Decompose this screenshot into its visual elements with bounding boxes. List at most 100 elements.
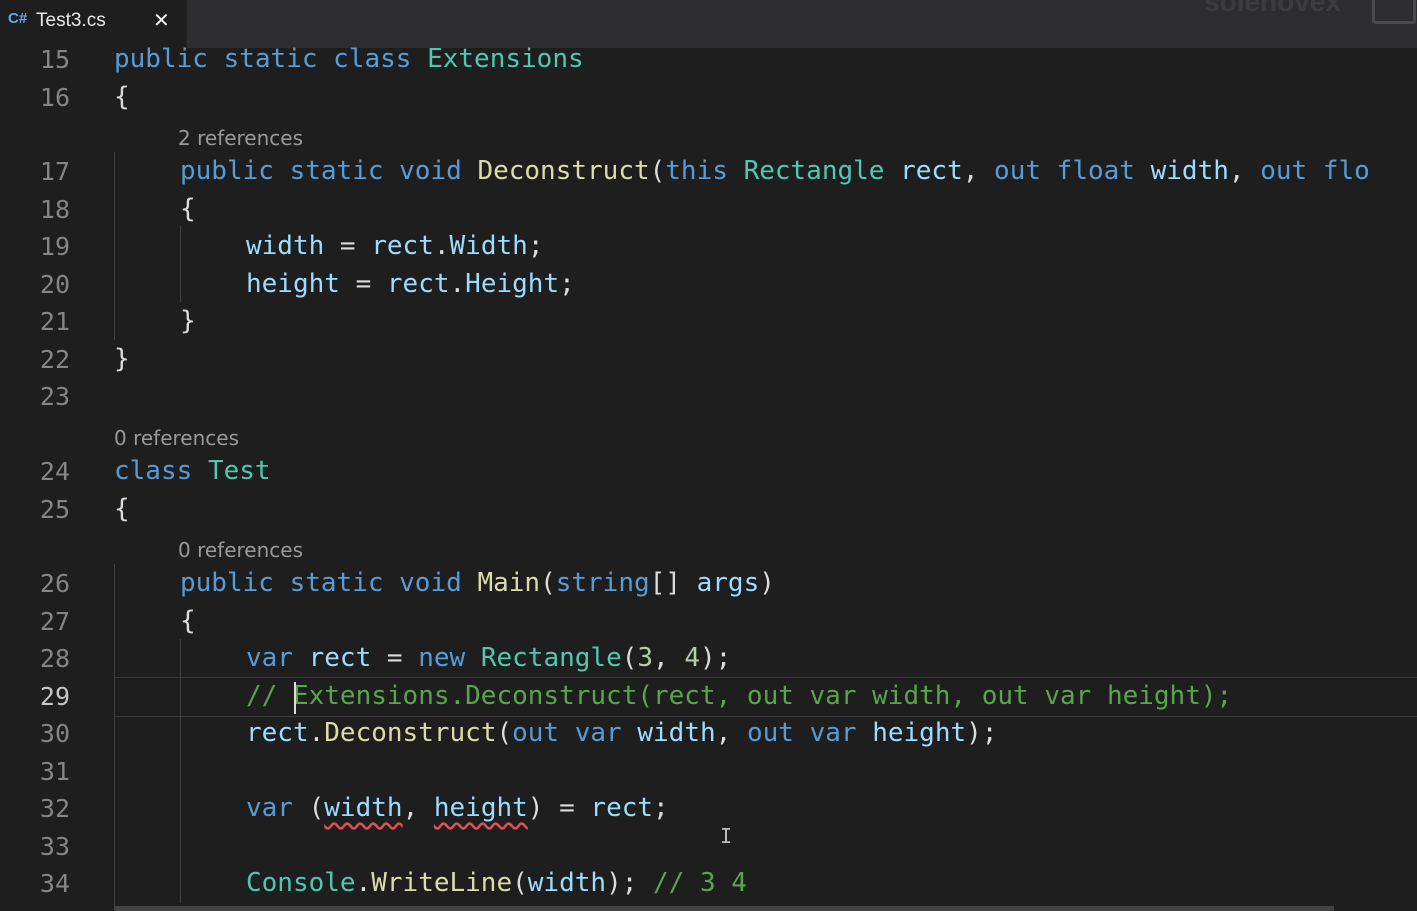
token: );: [606, 868, 654, 898]
token: Extensions: [427, 44, 584, 74]
line-number: 28: [39, 644, 70, 673]
token: ,: [715, 718, 747, 748]
token: );: [966, 718, 998, 748]
token: (: [540, 568, 556, 598]
code-line-30: rect.Deconstruct(out var width, out var …: [246, 717, 997, 749]
token: out: [512, 718, 560, 748]
token: Console: [246, 868, 356, 898]
token: static: [289, 568, 384, 598]
token: Rectangle: [743, 156, 885, 186]
token: var: [246, 643, 293, 673]
token: public: [180, 156, 274, 186]
token: rect: [308, 643, 372, 673]
token: ,: [402, 793, 434, 823]
token: WriteLine: [371, 868, 513, 898]
token: ) =: [527, 793, 591, 823]
line-number: 34: [39, 869, 70, 898]
codelens-references[interactable]: 0 references: [178, 538, 303, 562]
token: out: [994, 156, 1042, 186]
code-line-15: public static class Extensions: [114, 43, 584, 75]
line-number: 16: [39, 83, 70, 112]
codelens-references[interactable]: 0 references: [114, 426, 239, 450]
line-number: 27: [39, 607, 70, 636]
token: new: [418, 643, 466, 673]
tab-test3-cs[interactable]: C# Test3.cs ✕: [0, 0, 187, 48]
token: 4: [684, 643, 701, 673]
token: (: [512, 868, 528, 898]
token: Height: [465, 269, 560, 299]
brace: {: [180, 194, 196, 224]
token: 3: [637, 643, 654, 673]
token: (: [649, 156, 666, 186]
token: Width: [449, 231, 528, 261]
comment-text: Extensions.Deconstruct(rect, out var wid…: [292, 681, 1233, 711]
brace: }: [114, 344, 130, 374]
token: ;: [527, 231, 544, 261]
token: public: [180, 568, 274, 598]
line-number: 33: [39, 832, 70, 861]
token: height: [246, 269, 340, 299]
line-number: 23: [39, 382, 70, 411]
code-line-19: width = rect.Width;: [246, 230, 543, 262]
token: var: [809, 718, 857, 748]
brace: }: [180, 306, 196, 336]
token: ,: [653, 643, 685, 673]
token: Deconstruct: [324, 718, 497, 748]
token: .: [449, 269, 466, 299]
token: =: [324, 231, 372, 261]
csharp-file-icon: C#: [8, 10, 28, 27]
indent-guide: [180, 226, 181, 302]
line-number: 30: [39, 719, 70, 748]
code-line-22: }: [114, 343, 130, 375]
token: rect: [246, 718, 309, 748]
token: string: [555, 568, 650, 598]
horizontal-scrollbar[interactable]: [114, 906, 1334, 911]
token: );: [700, 643, 732, 673]
token: Rectangle: [480, 643, 622, 673]
codelens-references[interactable]: 2 references: [178, 126, 303, 150]
token: static: [223, 44, 318, 74]
token: class: [114, 456, 193, 486]
token: height: [872, 718, 967, 748]
code-line-34: Console.WriteLine(width); // 3 4: [246, 867, 747, 899]
code-line-18: {: [180, 193, 196, 225]
token: rect: [590, 793, 654, 823]
token: (: [496, 718, 513, 748]
token: width: [246, 231, 325, 261]
line-number: 17: [39, 157, 70, 186]
code-line-29: // Extensions.Deconstruct(rect, out var …: [246, 680, 1232, 712]
code-line-16: {: [114, 81, 130, 113]
comment-prefix: //: [246, 681, 293, 711]
line-number: 21: [39, 307, 70, 336]
token: static: [289, 156, 384, 186]
token: []: [649, 568, 697, 598]
token: =: [339, 269, 387, 299]
token: var: [574, 718, 622, 748]
code-editor[interactable]: 15 16 17 18 19 20 21 22 23 24 25 26 27 2…: [0, 44, 1417, 911]
code-line-32: var (width, height) = rect;: [246, 792, 669, 824]
token: .: [433, 231, 450, 261]
indent-guide: [114, 152, 115, 340]
token: ,: [962, 156, 995, 186]
text-cursor: [294, 682, 296, 714]
token: this: [665, 156, 728, 186]
line-number: 25: [39, 495, 70, 524]
code-line-24: class Test: [114, 455, 271, 487]
code-line-17: public static void Deconstruct(this Rect…: [180, 155, 1370, 187]
ibeam-cursor-icon: I: [720, 824, 733, 848]
close-icon[interactable]: ✕: [153, 8, 170, 32]
line-number: 24: [39, 457, 70, 486]
line-number: 26: [39, 569, 70, 598]
token: (: [292, 793, 325, 823]
